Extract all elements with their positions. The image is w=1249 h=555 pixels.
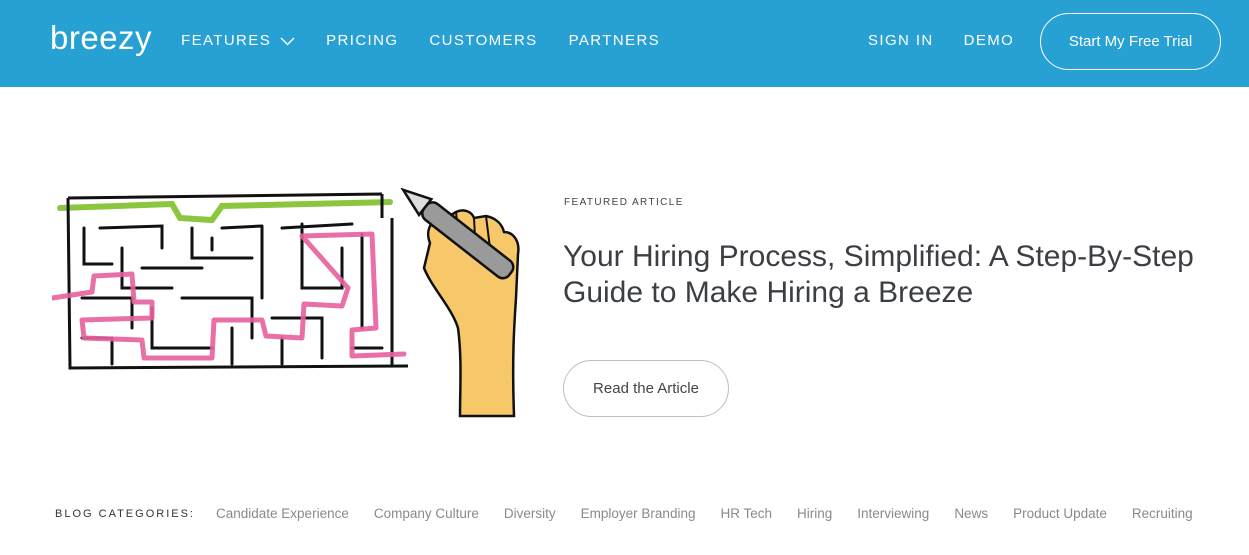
category-diversity[interactable]: Diversity [504, 506, 556, 521]
maze-with-hand-drawing-icon[interactable] [52, 188, 532, 420]
nav-features[interactable]: FEATURES [181, 32, 295, 50]
nav-features-label: FEATURES [181, 32, 272, 49]
category-company-culture[interactable]: Company Culture [374, 506, 479, 521]
start-free-trial-button[interactable]: Start My Free Trial [1040, 13, 1221, 70]
top-navigation-bar: breezy FEATURES PRICING CUSTOMERS PARTNE… [0, 0, 1249, 87]
read-article-button[interactable]: Read the Article [563, 360, 729, 417]
category-recruiting[interactable]: Recruiting [1132, 506, 1193, 521]
nav-partners[interactable]: PARTNERS [569, 32, 661, 50]
account-nav: SIGN IN DEMO [868, 32, 1044, 50]
featured-article-title[interactable]: Your Hiring Process, Simplified: A Step-… [563, 239, 1203, 311]
category-hr-tech[interactable]: HR Tech [720, 506, 772, 521]
category-candidate-experience[interactable]: Candidate Experience [216, 506, 349, 521]
nav-customers[interactable]: CUSTOMERS [429, 32, 537, 50]
blog-categories: BLOG CATEGORIES: Candidate Experience Co… [55, 506, 1218, 521]
category-employer-branding[interactable]: Employer Branding [581, 506, 696, 521]
main-nav: FEATURES PRICING CUSTOMERS PARTNERS [181, 32, 691, 50]
nav-pricing[interactable]: PRICING [326, 32, 398, 50]
category-news[interactable]: News [954, 506, 988, 521]
sign-in-link[interactable]: SIGN IN [868, 32, 934, 50]
demo-link[interactable]: DEMO [964, 32, 1015, 50]
category-hiring[interactable]: Hiring [797, 506, 832, 521]
blog-categories-label: BLOG CATEGORIES: [55, 507, 195, 520]
category-product-update[interactable]: Product Update [1013, 506, 1107, 521]
category-interviewing[interactable]: Interviewing [857, 506, 929, 521]
featured-article-kicker: FEATURED ARTICLE [564, 197, 684, 208]
chevron-down-icon [280, 37, 295, 46]
breezy-logo[interactable]: breezy [50, 18, 152, 58]
